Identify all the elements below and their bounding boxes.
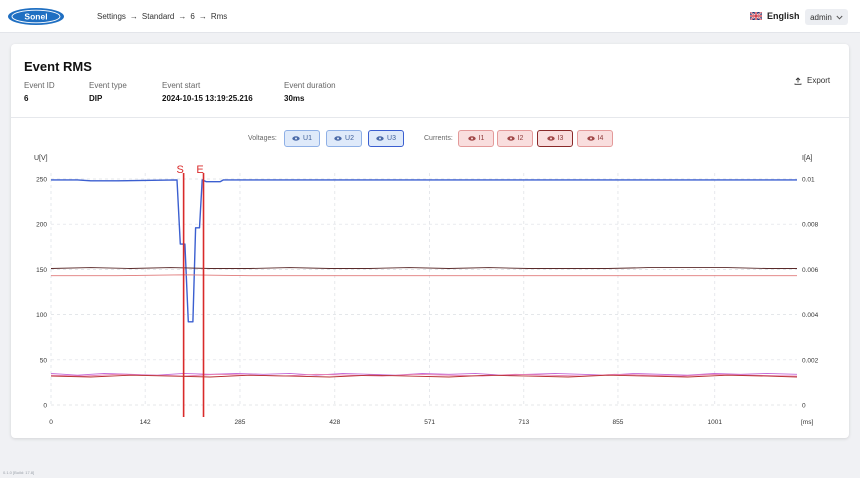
chevron-down-icon bbox=[836, 15, 843, 20]
x-tick-label: 713 bbox=[518, 419, 529, 426]
x-tick-label: 571 bbox=[424, 419, 435, 426]
arrow-right-icon: → bbox=[198, 12, 207, 21]
series-line-u2 bbox=[50, 267, 797, 269]
y-left-tick-label: 200 bbox=[36, 222, 47, 229]
language-label: English bbox=[767, 11, 800, 21]
breadcrumb-item-rms: Rms bbox=[210, 12, 228, 21]
uk-flag-icon bbox=[750, 12, 762, 20]
breadcrumb: Settings → Standard → 6 → Rms bbox=[97, 12, 227, 21]
series-line-u1 bbox=[51, 179, 797, 323]
y-left-tick-label: 0 bbox=[43, 403, 47, 410]
rms-chart[interactable]: 0 0 50 0.002 100 0.004 150 0.006 200 0.008 250 0.01… bbox=[11, 44, 849, 438]
x-tick-label: 142 bbox=[140, 419, 151, 426]
version-footer: 0.1.0 [Build: 17.8] bbox=[3, 470, 35, 475]
y-right-tick-label: 0.004 bbox=[802, 312, 819, 319]
y-right-tick-label: 0.002 bbox=[802, 357, 819, 364]
event-marker-label: S bbox=[176, 164, 183, 176]
x-tick-label: 285 bbox=[235, 419, 246, 426]
arrow-right-icon: → bbox=[129, 12, 138, 21]
y-right-tick-label: 0.006 bbox=[802, 267, 819, 274]
breadcrumb-item-settings[interactable]: Settings bbox=[97, 12, 126, 21]
x-axis-unit-label: [ms] bbox=[801, 419, 813, 426]
event-card: Event RMS Event ID 6 Event type DIP Even… bbox=[11, 44, 849, 438]
y-right-tick-label: 0.008 bbox=[802, 222, 819, 229]
sonel-logo[interactable]: Sonel bbox=[7, 7, 65, 26]
y-left-tick-label: 250 bbox=[36, 177, 47, 184]
user-menu-button[interactable]: admin bbox=[805, 9, 848, 25]
breadcrumb-item-event[interactable]: 6 bbox=[190, 12, 194, 21]
y-right-tick-label: 0 bbox=[802, 403, 806, 410]
user-name: admin bbox=[810, 12, 832, 22]
event-marker-label: E bbox=[196, 164, 203, 176]
x-tick-label: 855 bbox=[613, 419, 624, 426]
y-left-tick-label: 100 bbox=[36, 312, 47, 319]
y-right-tick-label: 0.01 bbox=[802, 177, 815, 184]
y-left-tick-label: 150 bbox=[36, 267, 47, 274]
series-line-u3 bbox=[51, 274, 797, 277]
top-bar: Sonel Settings → Standard → 6 → Rms Engl… bbox=[0, 0, 860, 33]
brand-text: Sonel bbox=[24, 12, 47, 22]
arrow-right-icon: → bbox=[178, 12, 187, 21]
x-tick-label: 1001 bbox=[708, 419, 723, 426]
language-selector[interactable]: English bbox=[750, 11, 800, 21]
x-tick-label: 0 bbox=[49, 419, 53, 426]
x-tick-label: 428 bbox=[329, 419, 340, 426]
y-left-tick-label: 50 bbox=[40, 357, 48, 364]
breadcrumb-item-standard[interactable]: Standard bbox=[142, 12, 174, 21]
